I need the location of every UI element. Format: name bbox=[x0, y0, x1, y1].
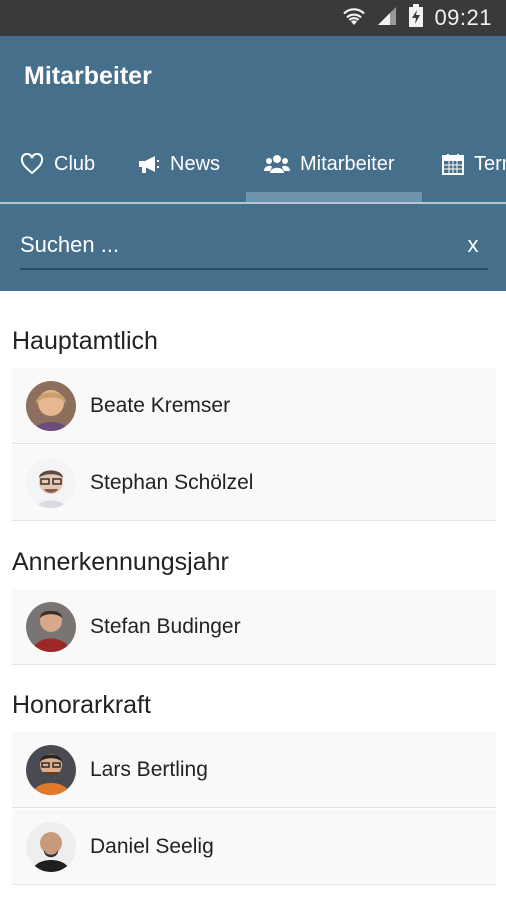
list-item[interactable]: Daniel Seelig bbox=[12, 809, 496, 885]
member-name: Daniel Seelig bbox=[90, 834, 214, 858]
avatar bbox=[26, 821, 76, 872]
tab-news[interactable]: News bbox=[136, 128, 220, 200]
search-bar: x bbox=[20, 222, 488, 270]
avatar bbox=[26, 380, 76, 431]
megaphone-icon bbox=[136, 153, 160, 175]
member-name: Beate Kremser bbox=[90, 393, 231, 417]
avatar bbox=[26, 601, 76, 652]
section-title-honorarkraft: Honorarkraft bbox=[12, 691, 151, 719]
clear-search-button[interactable]: x bbox=[458, 230, 488, 260]
list-item[interactable]: Stefan Budinger bbox=[12, 589, 496, 665]
heart-icon bbox=[20, 153, 44, 175]
status-bar: 09:21 bbox=[0, 0, 506, 36]
list-item[interactable]: Stephan Schölzel bbox=[12, 445, 496, 521]
section-title-hauptamtlich: Hauptamtlich bbox=[12, 327, 158, 355]
avatar bbox=[26, 457, 76, 508]
tab-termine[interactable]: Termine bbox=[442, 128, 506, 200]
tab-club[interactable]: Club bbox=[20, 128, 95, 200]
tab-label: Termine bbox=[474, 152, 506, 175]
list-item[interactable]: Beate Kremser bbox=[12, 368, 496, 444]
tab-indicator bbox=[246, 192, 422, 202]
tab-mitarbeiter[interactable]: Mitarbeiter bbox=[264, 128, 394, 200]
calendar-icon bbox=[442, 153, 464, 175]
member-name: Stephan Schölzel bbox=[90, 470, 254, 494]
wifi-icon bbox=[342, 4, 366, 33]
users-icon bbox=[264, 153, 290, 175]
divider bbox=[0, 202, 506, 204]
search-input[interactable] bbox=[20, 232, 458, 258]
tab-label: News bbox=[170, 152, 221, 175]
list-item[interactable]: Lars Bertling bbox=[12, 732, 496, 808]
status-time: 09:21 bbox=[434, 5, 492, 30]
signal-icon bbox=[376, 5, 398, 32]
member-name: Stefan Budinger bbox=[90, 614, 241, 638]
tab-label: Mitarbeiter bbox=[300, 152, 395, 175]
staff-list: Hauptamtlich Beate Kremser Stephan Schöl… bbox=[0, 291, 506, 900]
section-title-annerkennungsjahr: Annerkennungsjahr bbox=[12, 548, 229, 576]
battery-charging-icon bbox=[408, 3, 424, 33]
avatar bbox=[26, 744, 76, 795]
app-bar: Mitarbeiter Club News Mitarbeiter Ter Su… bbox=[0, 36, 506, 291]
page-title: Mitarbeiter bbox=[24, 62, 152, 90]
member-name: Lars Bertling bbox=[90, 757, 208, 781]
tab-label: Club bbox=[54, 152, 96, 175]
tab-bar: Club News Mitarbeiter Ter bbox=[0, 128, 506, 200]
